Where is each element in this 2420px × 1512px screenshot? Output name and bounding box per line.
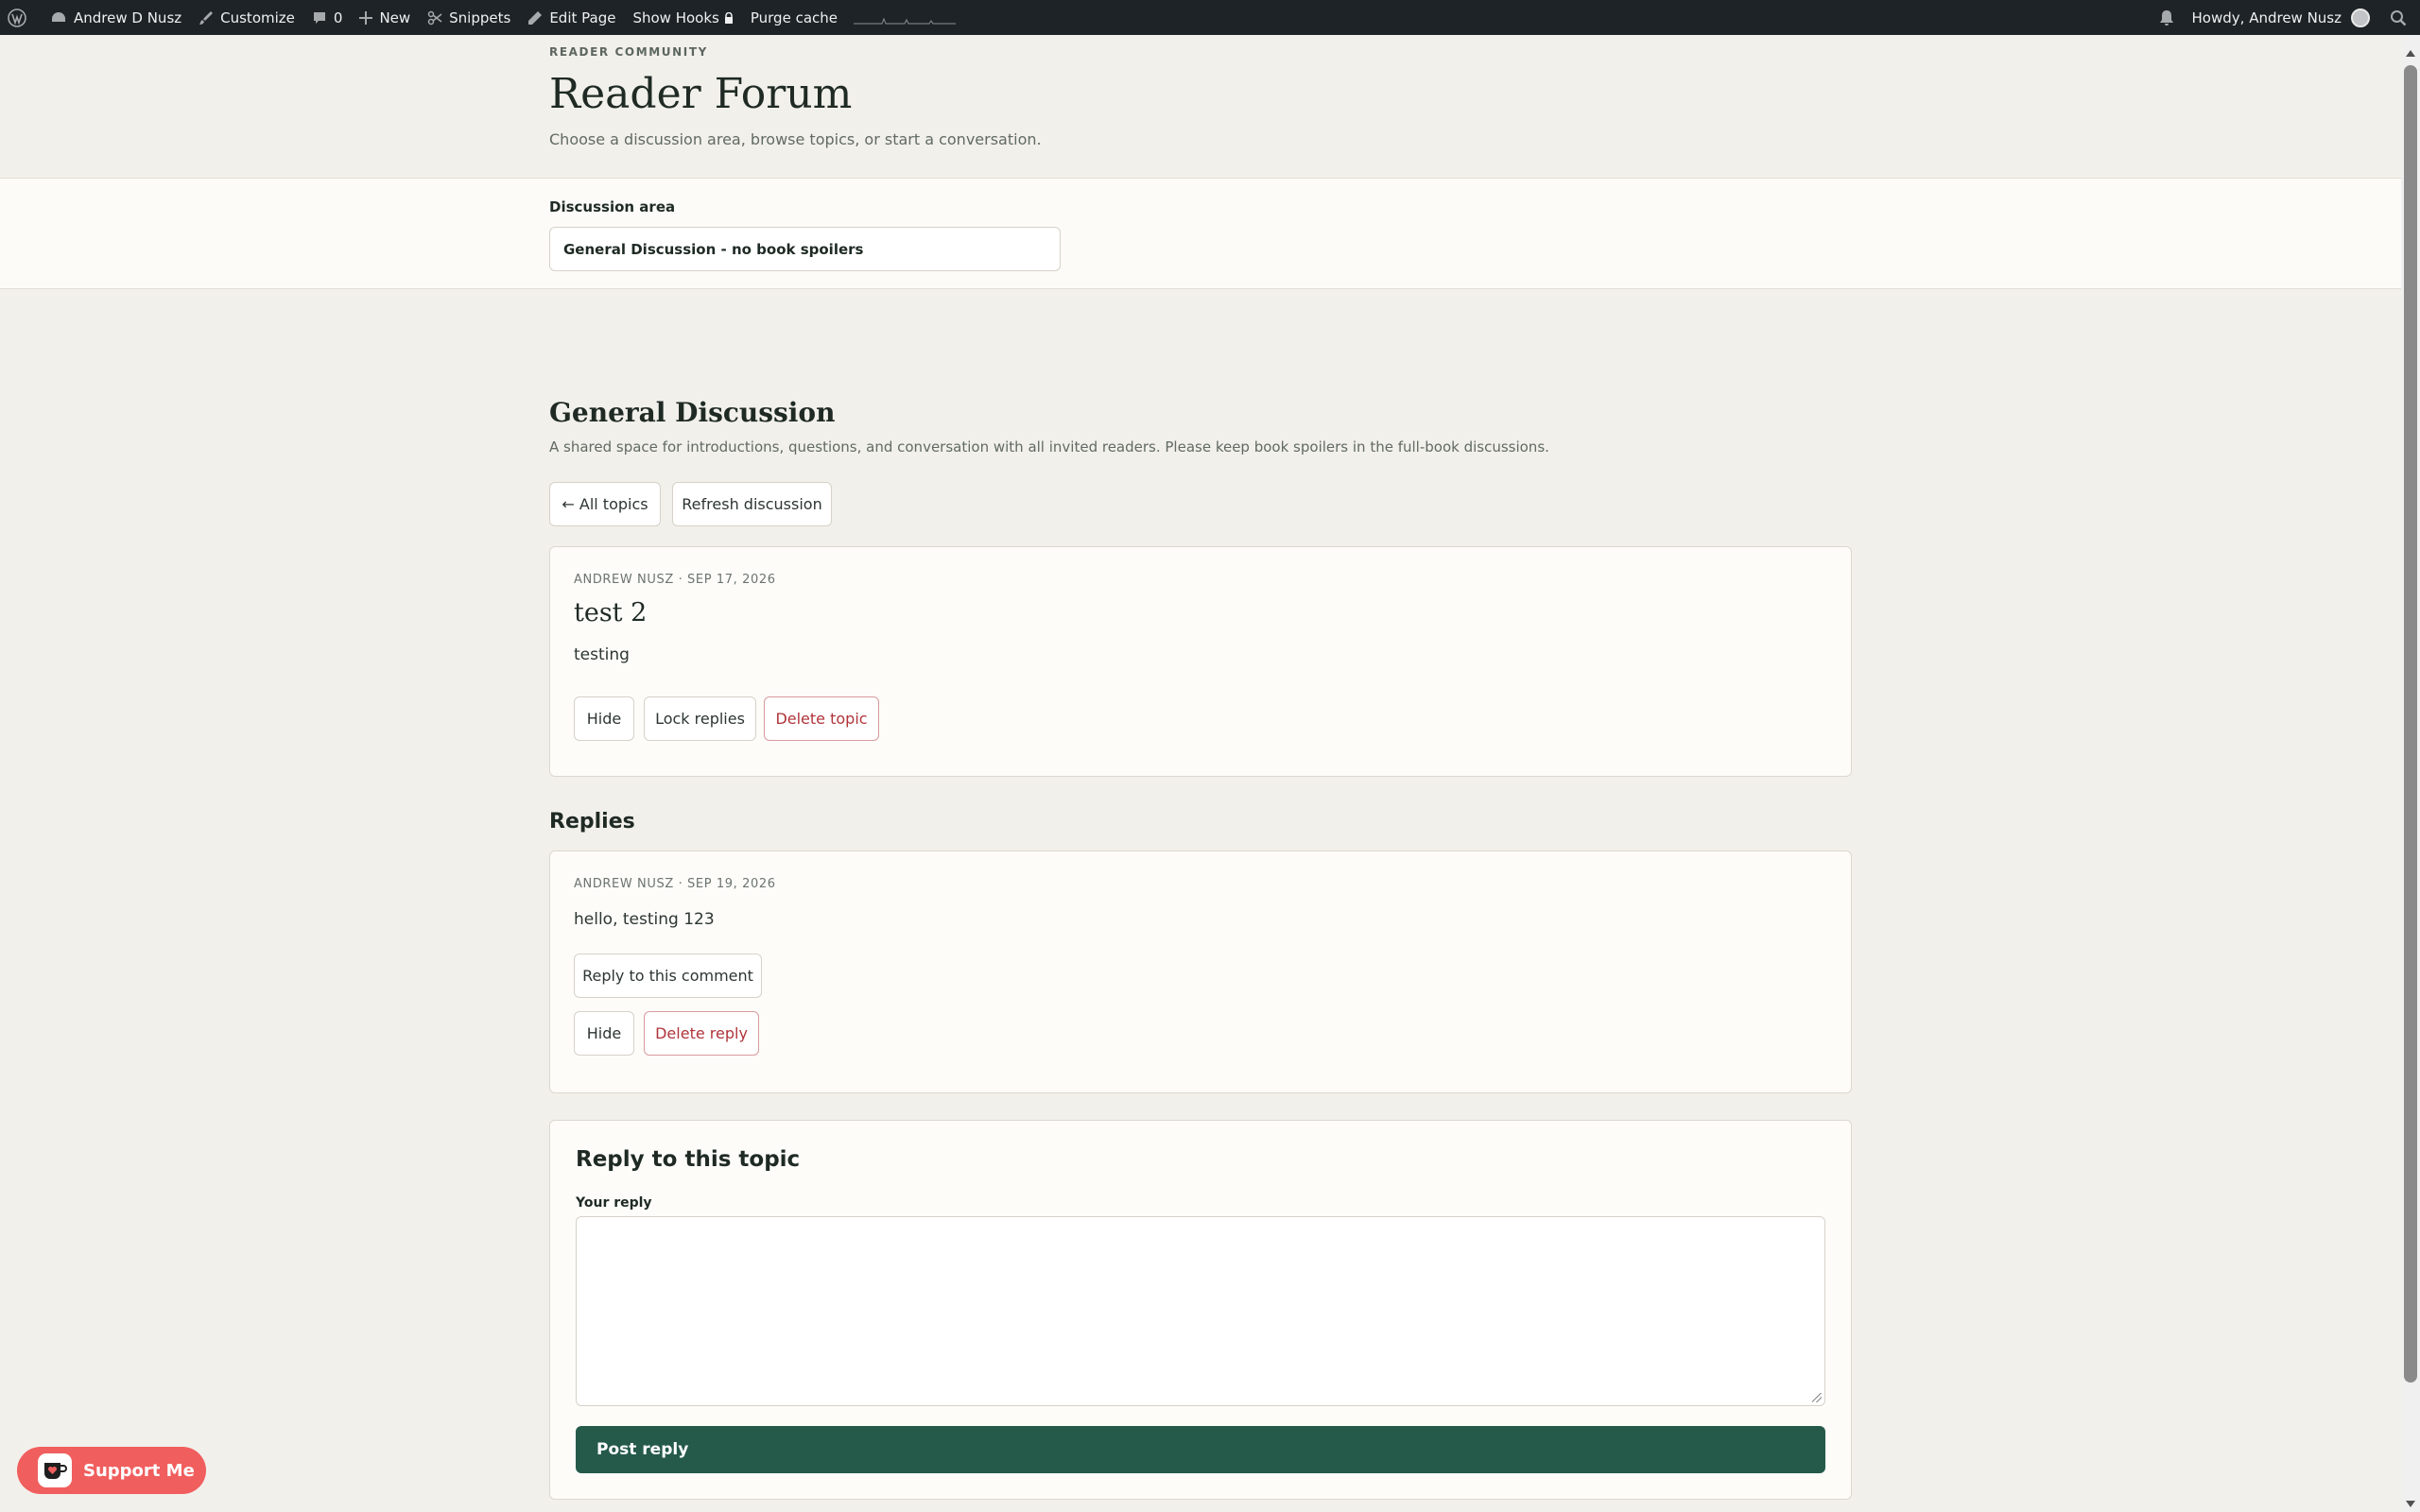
post-reply-button[interactable]: Post reply xyxy=(576,1426,1825,1473)
purge-cache-link[interactable]: Purge cache xyxy=(742,0,846,35)
edit-page-label: Edit Page xyxy=(549,9,616,26)
scissors-icon xyxy=(427,10,442,25)
admin-bar: Andrew D Nusz Customize 0 New Snippets E… xyxy=(0,0,2420,35)
section-title: General Discussion xyxy=(549,397,836,428)
page-scrollbar[interactable] xyxy=(2401,35,2420,1512)
discussion-area-band xyxy=(0,178,2401,289)
search-icon[interactable] xyxy=(2381,0,2420,35)
discussion-area-label: Discussion area xyxy=(549,198,676,215)
show-hooks-label: Show Hooks xyxy=(632,9,719,26)
page-subtitle: Choose a discussion area, browse topics,… xyxy=(549,130,1042,148)
lock-icon xyxy=(724,11,733,24)
topic-title: test 2 xyxy=(574,598,648,627)
page-eyebrow: READER COMMUNITY xyxy=(549,45,708,59)
reply-to-comment-button[interactable]: Reply to this comment xyxy=(574,954,762,998)
hide-topic-button[interactable]: Hide xyxy=(574,696,634,741)
avatar xyxy=(2351,8,2370,27)
all-topics-button[interactable]: ← All topics xyxy=(549,482,661,526)
discussion-area-value: General Discussion - no book spoilers xyxy=(563,240,864,258)
comment-icon xyxy=(313,11,325,24)
reply-body: hello, testing 123 xyxy=(574,910,715,929)
comments-link[interactable]: 0 xyxy=(303,0,352,35)
comments-count: 0 xyxy=(333,9,343,26)
page-title: Reader Forum xyxy=(549,70,853,118)
customize-link[interactable]: Customize xyxy=(190,0,303,35)
coffee-cup-heart-icon xyxy=(38,1453,72,1487)
scrollbar-thumb[interactable] xyxy=(2404,65,2417,1383)
plus-icon xyxy=(359,10,373,25)
reply-form-heading: Reply to this topic xyxy=(576,1147,801,1172)
reply-meta: ANDREW NUSZ · SEP 19, 2026 xyxy=(574,877,776,891)
scroll-up-arrow-icon[interactable] xyxy=(2406,50,2415,57)
lock-replies-button[interactable]: Lock replies xyxy=(644,696,756,741)
brush-icon xyxy=(199,10,214,25)
dashboard-icon xyxy=(52,11,65,22)
notifications-bell-icon[interactable] xyxy=(2150,0,2184,35)
show-hooks-link[interactable]: Show Hooks xyxy=(624,0,741,35)
replies-heading: Replies xyxy=(549,810,635,833)
scroll-down-arrow-icon[interactable] xyxy=(2406,1501,2415,1507)
new-label: New xyxy=(379,9,411,26)
refresh-discussion-button[interactable]: Refresh discussion xyxy=(672,482,832,526)
site-name: Andrew D Nusz xyxy=(74,9,182,26)
topic-body: testing xyxy=(574,645,630,664)
reply-textarea[interactable] xyxy=(576,1216,1825,1406)
hide-reply-button[interactable]: Hide xyxy=(574,1011,634,1056)
section-description: A shared space for introductions, questi… xyxy=(549,438,1549,455)
topic-card: ANDREW NUSZ · SEP 17, 2026 test 2 testin… xyxy=(549,546,1852,777)
topic-meta: ANDREW NUSZ · SEP 17, 2026 xyxy=(574,573,776,587)
reply-card: ANDREW NUSZ · SEP 19, 2026 hello, testin… xyxy=(549,850,1852,1093)
stats-sparkline-icon[interactable] xyxy=(854,10,956,26)
snippets-label: Snippets xyxy=(449,9,511,26)
greeting: Howdy, Andrew Nusz xyxy=(2191,9,2342,26)
account-menu[interactable]: Howdy, Andrew Nusz xyxy=(2184,0,2381,35)
new-content-link[interactable]: New xyxy=(351,0,419,35)
snippets-link[interactable]: Snippets xyxy=(419,0,519,35)
delete-topic-button[interactable]: Delete topic xyxy=(764,696,879,741)
support-me-button[interactable]: Support Me xyxy=(17,1447,206,1494)
discussion-area-select[interactable]: General Discussion - no book spoilers xyxy=(549,227,1061,271)
purge-cache-label: Purge cache xyxy=(750,9,838,26)
edit-page-link[interactable]: Edit Page xyxy=(519,0,624,35)
site-name-link[interactable]: Andrew D Nusz xyxy=(42,0,190,35)
support-me-label: Support Me xyxy=(83,1460,195,1481)
reply-textarea-label: Your reply xyxy=(576,1195,652,1211)
customize-label: Customize xyxy=(220,9,295,26)
pencil-icon xyxy=(528,10,543,25)
delete-reply-button[interactable]: Delete reply xyxy=(644,1011,759,1056)
resize-handle-icon[interactable] xyxy=(1812,1393,1822,1402)
wordpress-logo-icon[interactable] xyxy=(0,0,42,35)
